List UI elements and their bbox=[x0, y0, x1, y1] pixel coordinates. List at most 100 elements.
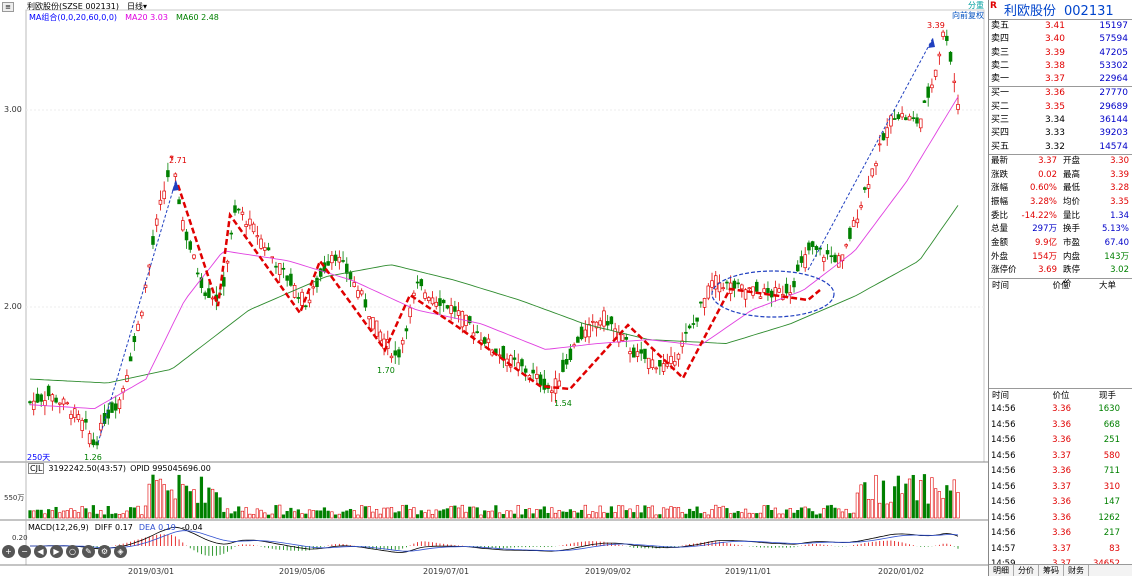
candle-body bbox=[333, 254, 338, 261]
buy-order-volume: 29689 bbox=[1099, 101, 1128, 112]
volume-bar bbox=[91, 505, 95, 519]
candle-body bbox=[605, 321, 610, 326]
buy-order-row[interactable]: 买二 3.35 29689 bbox=[989, 101, 1132, 114]
chart-menu-button[interactable]: ≡ bbox=[2, 2, 14, 12]
peak-label-339: 3.39 bbox=[927, 21, 945, 30]
tab-detail[interactable]: 明细 bbox=[989, 565, 1014, 576]
volume-bar bbox=[773, 507, 777, 519]
stat-key-2: 量比 bbox=[1063, 210, 1081, 221]
candle-body bbox=[598, 320, 602, 326]
candle-body bbox=[43, 400, 47, 406]
zoom-out-icon[interactable]: − bbox=[18, 545, 31, 558]
trade-price: 3.36 bbox=[1052, 466, 1071, 477]
trade-row[interactable]: 14:56 3.36 147 bbox=[989, 495, 1132, 511]
lock-icon[interactable]: ◈ bbox=[114, 545, 127, 558]
volume-bar bbox=[729, 513, 733, 519]
trade-row[interactable]: 14:56 3.36 1630 bbox=[989, 402, 1132, 418]
volume-bar bbox=[117, 514, 122, 519]
volume-bar bbox=[650, 505, 654, 519]
candle-body bbox=[777, 288, 781, 293]
tab-price-dist[interactable]: 分价 bbox=[1014, 565, 1039, 576]
buy-order-volume: 14574 bbox=[1099, 141, 1128, 152]
kline-chart-area[interactable]: ≡ 利欧股份(SZSE 002131) 日线▾ MA组合(0,0,20,60,0,… bbox=[0, 0, 988, 576]
volume-bar bbox=[945, 485, 949, 519]
candle-body bbox=[512, 357, 517, 360]
candle-body bbox=[277, 263, 282, 275]
trade-row[interactable]: 14:57 3.37 83 bbox=[989, 542, 1132, 558]
volume-bar bbox=[61, 510, 66, 519]
tab-chips[interactable]: 筹码 bbox=[1039, 565, 1064, 576]
buy-order-row[interactable]: 买四 3.33 39203 bbox=[989, 127, 1132, 140]
trade-row[interactable]: 14:56 3.37 580 bbox=[989, 449, 1132, 465]
cjl-label[interactable]: CJL bbox=[28, 463, 45, 474]
volume-bar bbox=[129, 507, 133, 519]
trade-row[interactable]: 14:56 3.36 668 bbox=[989, 418, 1132, 434]
stat-value: 3.69 bbox=[1038, 265, 1057, 276]
settings-icon[interactable]: ⚙ bbox=[98, 545, 111, 558]
sell-order-row[interactable]: 卖四 3.40 57594 bbox=[989, 33, 1132, 46]
candle-body bbox=[557, 380, 561, 387]
candle-body bbox=[345, 263, 349, 274]
timeframe-selector[interactable]: 日线 bbox=[127, 2, 143, 11]
candle-body bbox=[561, 359, 565, 372]
trade-row[interactable]: 14:56 3.36 251 bbox=[989, 433, 1132, 449]
tab-finance[interactable]: 财务 bbox=[1064, 565, 1089, 576]
candle-body bbox=[576, 336, 580, 343]
stat-row: 涨幅 0.60% 最低 3.28 bbox=[989, 182, 1132, 196]
trade-row[interactable]: 14:56 3.36 711 bbox=[989, 464, 1132, 480]
candle-body bbox=[639, 349, 643, 354]
trade-row[interactable]: 14:56 3.37 310 bbox=[989, 480, 1132, 496]
macd-label[interactable]: MACD(12,26,9) bbox=[28, 523, 89, 532]
candle-body bbox=[307, 299, 312, 304]
draw-icon[interactable]: ✎ bbox=[82, 545, 95, 558]
big-order-size-header: 大单 bbox=[1098, 281, 1116, 292]
ma-group-label[interactable]: MA组合(0,0,20,60,0,0) bbox=[29, 13, 117, 22]
ma60-value: MA60 2.48 bbox=[175, 13, 219, 22]
kline-chart-svg[interactable] bbox=[0, 0, 988, 576]
x-label-4: 2019/09/02 bbox=[585, 567, 632, 576]
buy-order-row[interactable]: 买三 3.34 36144 bbox=[989, 114, 1132, 127]
candle-body bbox=[889, 115, 893, 127]
stat-key-2: 均价 bbox=[1063, 197, 1081, 208]
zoom-in-icon[interactable]: + bbox=[2, 545, 15, 558]
chevron-down-icon[interactable]: ▾ bbox=[143, 2, 147, 11]
volume-bar bbox=[453, 505, 457, 519]
trade-time: 14:56 bbox=[991, 528, 1016, 539]
volume-bar bbox=[676, 507, 681, 519]
volume-bar bbox=[505, 510, 509, 519]
candle-body bbox=[54, 397, 58, 403]
left-arrow-icon[interactable]: ◀ bbox=[34, 545, 47, 558]
volume-bar bbox=[348, 508, 353, 519]
buy-order-row[interactable]: 买一 3.36 27770 bbox=[989, 87, 1132, 100]
trade-row[interactable]: 14:56 3.36 217 bbox=[989, 526, 1132, 542]
candle-body bbox=[188, 241, 193, 250]
right-arrow-icon[interactable]: ▶ bbox=[50, 545, 63, 558]
candle-body bbox=[602, 310, 606, 327]
candle-body bbox=[848, 227, 852, 239]
volume-bar bbox=[509, 510, 513, 519]
volume-bar bbox=[382, 507, 386, 519]
trade-row[interactable]: 14:56 3.36 1262 bbox=[989, 511, 1132, 527]
sell-order-row[interactable]: 卖一 3.37 22964 bbox=[989, 73, 1132, 86]
volume-bar bbox=[259, 509, 263, 519]
volume-bar bbox=[132, 507, 136, 519]
x-label-2: 2019/05/06 bbox=[279, 567, 326, 576]
buy-order-row[interactable]: 买五 3.32 14574 bbox=[989, 141, 1132, 154]
volume-bar bbox=[952, 479, 956, 519]
candle-body bbox=[740, 284, 744, 290]
volume-bar bbox=[799, 507, 804, 519]
sell-order-row[interactable]: 卖二 3.38 53302 bbox=[989, 60, 1132, 73]
arrow-line-right bbox=[807, 37, 934, 271]
candle-body bbox=[225, 260, 230, 264]
trades-list[interactable]: 14:56 3.36 1630 14:56 3.36 668 14:56 3.36 251 14:… bbox=[989, 402, 1132, 573]
candle-body bbox=[497, 354, 502, 357]
volume-bar bbox=[95, 513, 99, 519]
split-link[interactable]: 分重 bbox=[952, 1, 984, 11]
candle-body bbox=[154, 218, 159, 226]
sell-order-row[interactable]: 卖三 3.39 47205 bbox=[989, 47, 1132, 60]
quote-header: R 利欧股份 002131 bbox=[989, 0, 1132, 20]
sell-order-row[interactable]: 卖五 3.41 15197 bbox=[989, 20, 1132, 33]
restore-icon[interactable]: ○ bbox=[66, 545, 79, 558]
candle-body bbox=[687, 325, 692, 329]
forward-adjust-link[interactable]: 向前复权 bbox=[952, 11, 984, 21]
